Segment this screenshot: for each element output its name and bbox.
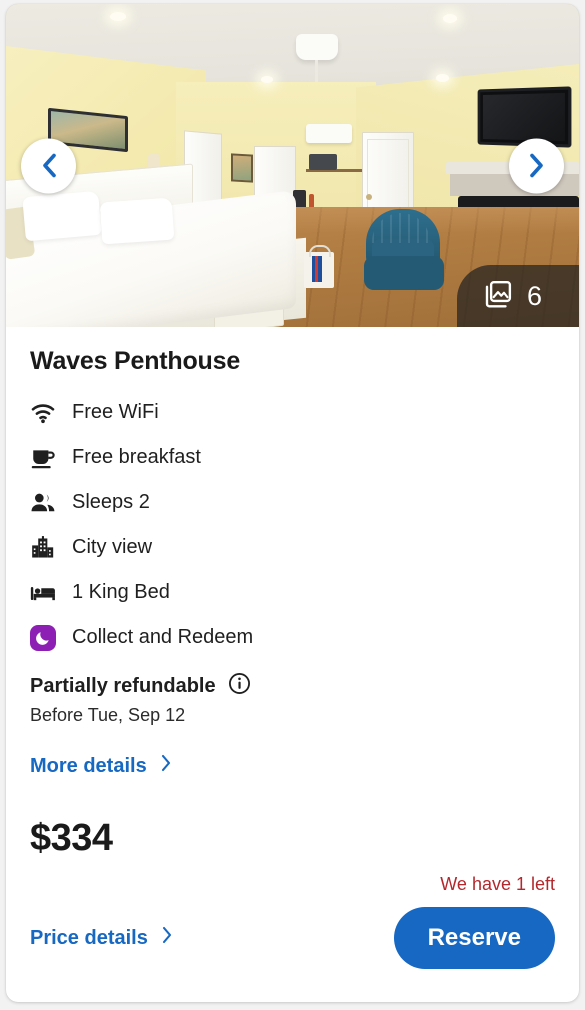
chevron-right-icon [527,152,547,180]
moon-badge-icon [30,624,56,651]
card-footer: Price details Reserve [30,907,555,991]
gallery-next-button[interactable] [509,138,564,193]
pillow [22,190,102,242]
ceiling-light [436,74,449,82]
amenity-list: Free WiFi Free breakfast Sleeps 2 City v… [30,390,555,660]
refund-deadline: Before Tue, Sep 12 [30,705,186,725]
wall-art-small [231,153,253,183]
photo-count-value: 6 [527,280,543,311]
armchair-seat [364,256,444,290]
amenity-sleeps: Sleeps 2 [30,480,555,525]
tote-bag [304,245,334,288]
people-icon [30,490,56,516]
amenity-label: Collect and Redeem [72,626,254,648]
room-price: $334 [30,817,113,859]
door-knob [366,194,372,200]
amenity-label: Free breakfast [72,446,201,468]
amenity-bed: 1 King Bed [30,570,555,615]
ceiling-fan [296,34,338,82]
bed-icon [30,580,56,606]
microwave [309,154,337,170]
card-body: Waves Penthouse Free WiFi Free breakfast… [6,327,579,991]
wifi-icon [30,400,56,426]
stock-warning: We have 1 left [440,874,555,894]
photo-count-badge[interactable]: 6 [457,265,579,327]
more-details-label: More details [30,754,147,777]
reserve-button[interactable]: Reserve [393,907,555,969]
chevron-right-icon [161,925,173,951]
amenity-label: Free WiFi [72,401,159,423]
amenity-label: 1 King Bed [72,581,170,603]
room-offer-card: 6 Waves Penthouse Free WiFi Free breakfa… [6,4,579,1002]
chevron-left-icon [39,152,59,180]
refund-policy-label: Partially refundable [30,675,216,697]
amenity-loyalty: Collect and Redeem [30,615,555,660]
amenity-view: City view [30,525,555,570]
amenity-wifi: Free WiFi [30,390,555,435]
info-icon[interactable] [228,672,251,701]
price-details-link[interactable]: Price details [30,925,173,951]
room-title: Waves Penthouse [30,347,241,375]
refund-policy-heading: Partially refundable [30,672,555,701]
gallery-prev-button[interactable] [21,138,76,193]
chevron-right-icon [160,753,172,779]
ceiling-light [261,76,273,83]
amenity-label: Sleeps 2 [72,491,150,513]
pillow [99,197,175,245]
loyalty-badge [30,624,56,651]
photo-stack-icon [483,279,513,314]
more-details-link[interactable]: More details [30,753,172,779]
ceiling-light [110,12,126,21]
room-photo-gallery[interactable]: 6 [6,4,579,327]
price-details-label: Price details [30,926,148,949]
amenity-label: City view [72,536,153,558]
coffee-icon [30,445,56,471]
building-icon [30,535,56,561]
amenity-breakfast: Free breakfast [30,435,555,480]
television [477,86,572,148]
air-conditioner [306,124,352,143]
ceiling-light [443,14,457,23]
